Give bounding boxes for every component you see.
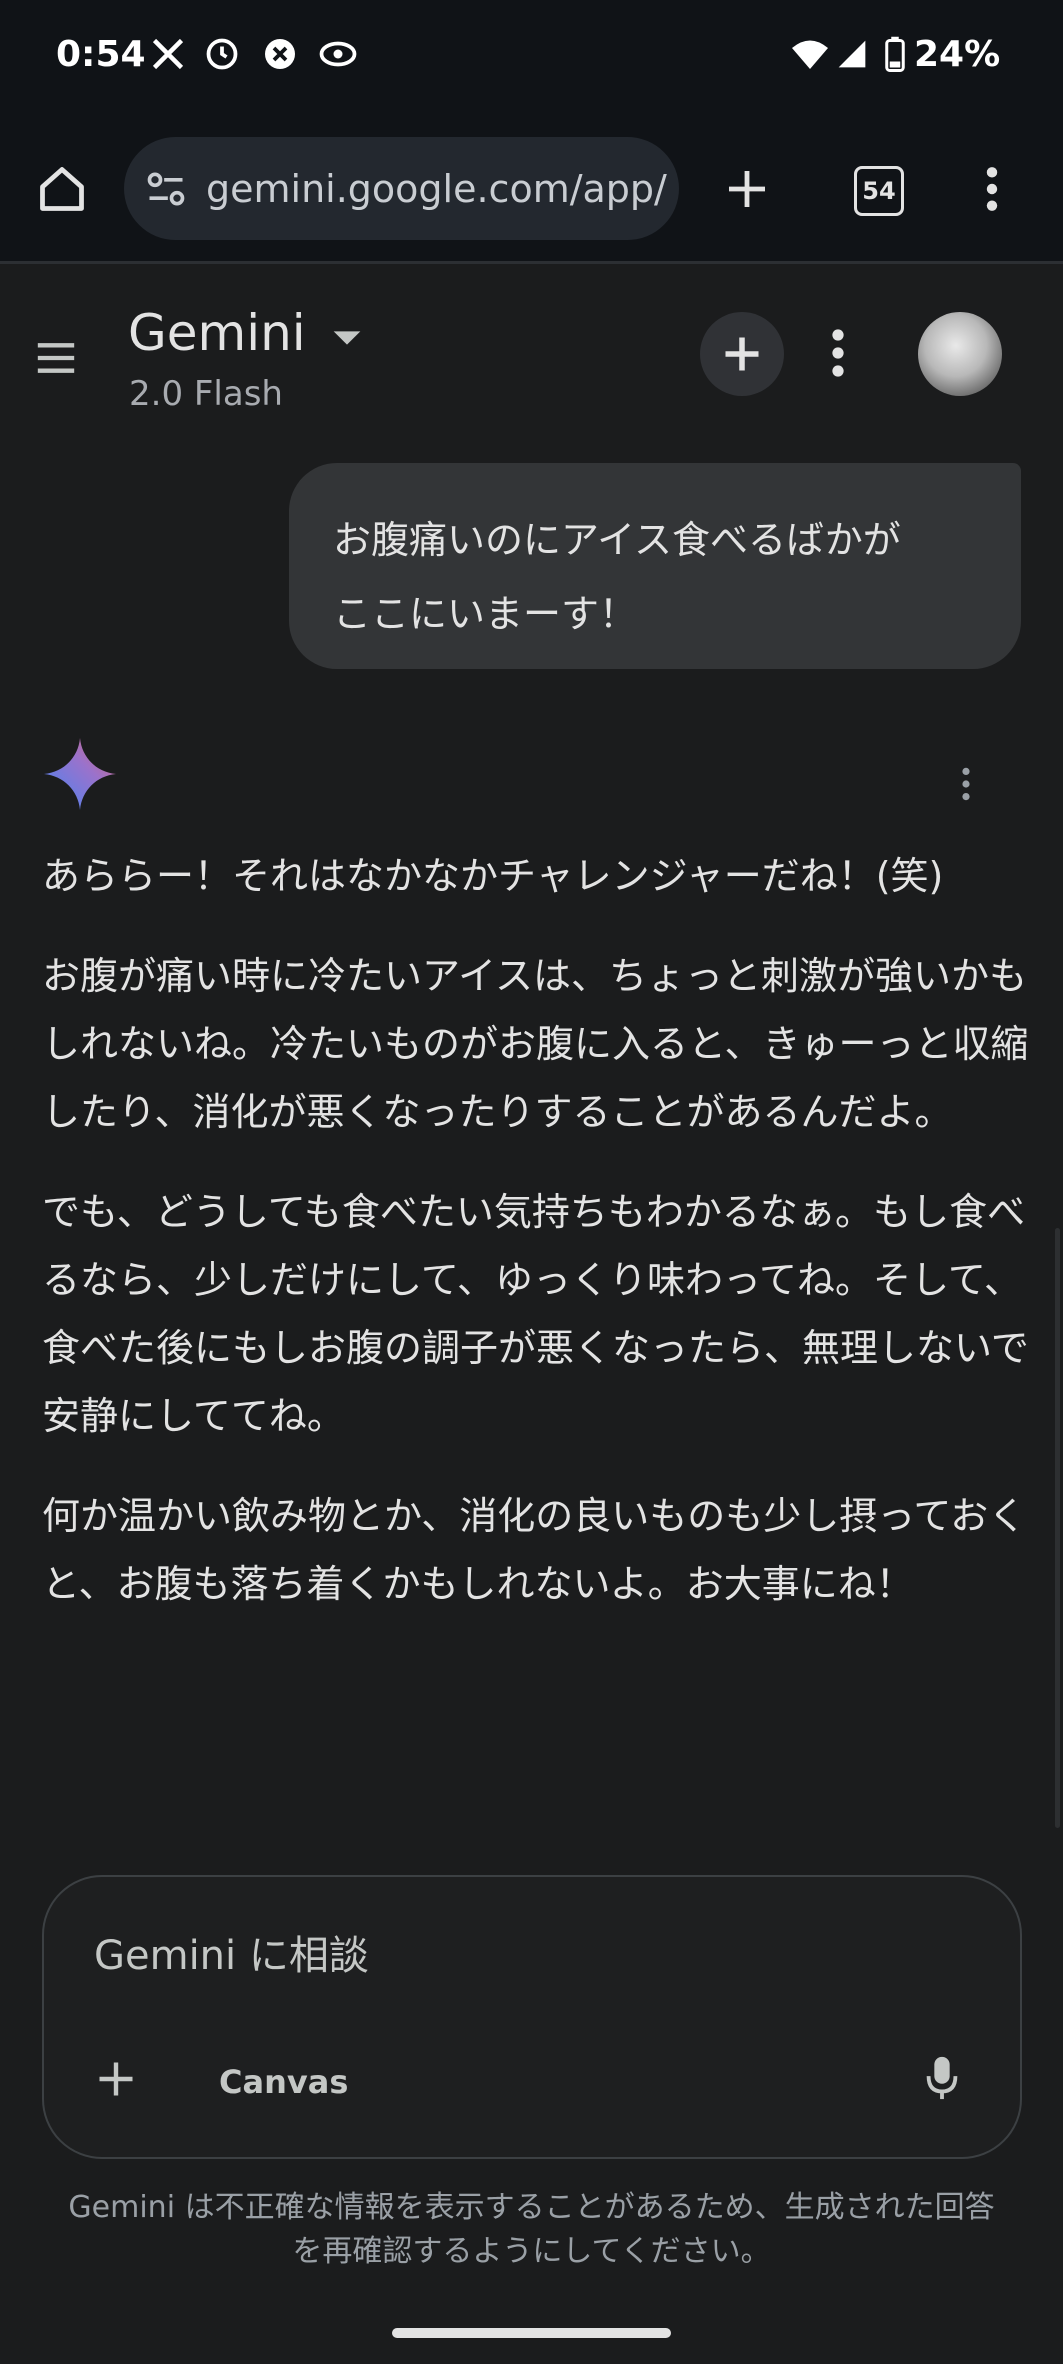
- more-options-icon[interactable]: [828, 326, 848, 380]
- address-bar[interactable]: gemini.google.com/app/: [124, 137, 679, 240]
- home-icon[interactable]: [36, 163, 88, 215]
- microphone-icon[interactable]: [924, 2055, 960, 2101]
- avatar[interactable]: [918, 312, 1002, 396]
- user-message-bubble: お腹痛いのにアイス食べるばかが ここにいまーす！: [289, 463, 1021, 669]
- hamburger-menu-icon[interactable]: [34, 338, 78, 378]
- gesture-home-bar[interactable]: [392, 2328, 671, 2338]
- gemini-spark-icon: [44, 738, 116, 810]
- response-paragraph: でも、どうしても食べたい気持ちもわかるなぁ。もし食べるなら、少しだけにして、ゆっ…: [42, 1190, 1029, 1438]
- response-more-icon[interactable]: [960, 766, 972, 802]
- model-label: 2.0 Flash: [129, 374, 283, 414]
- plus-icon: [725, 337, 759, 371]
- status-bar: 0:54 24%: [0, 0, 1063, 120]
- user-message-line: お腹痛いのにアイス食べるばかが: [333, 518, 901, 562]
- prompt-input-box[interactable]: Gemini に相談 Canvas: [42, 1875, 1022, 2159]
- chevron-down-icon[interactable]: [330, 328, 364, 348]
- prompt-input[interactable]: Gemini に相談: [94, 1923, 369, 1981]
- app-title[interactable]: Gemini: [128, 304, 306, 362]
- wifi-icon: [792, 40, 828, 69]
- scrollbar[interactable]: [1055, 1228, 1060, 1828]
- add-attachment-icon[interactable]: [94, 2057, 138, 2101]
- status-time: 0:54: [56, 34, 146, 75]
- disclaimer: Gemini は不正確な情報を表示することがあるため、生成された回答 を再確認す…: [40, 2186, 1023, 2274]
- alarm-icon: [206, 38, 238, 70]
- model-response: あららー！それはなかなかチャレンジャーだね！(笑) お腹が痛い時に冷たいアイスは…: [42, 842, 1032, 1650]
- site-settings-icon[interactable]: [144, 167, 188, 211]
- tab-switcher-button[interactable]: 54: [854, 166, 904, 216]
- browser-menu-icon[interactable]: [982, 164, 1002, 214]
- new-tab-icon[interactable]: [723, 165, 771, 213]
- disclaimer-line: Gemini は不正確な情報を表示することがあるため、生成された回答: [68, 2190, 995, 2225]
- response-paragraph: お腹が痛い時に冷たいアイスは、ちょっと刺激が強いかもしれないね。冷たいものがお腹…: [42, 954, 1029, 1134]
- battery-percent: 24%: [914, 34, 1001, 75]
- new-chat-button[interactable]: [700, 312, 784, 396]
- url-text: gemini.google.com/app/: [206, 167, 667, 211]
- signal-icon: [838, 40, 866, 68]
- response-paragraph: あららー！それはなかなかチャレンジャーだね！(笑): [42, 854, 944, 898]
- user-message-text: お腹痛いのにアイス食べるばかが ここにいまーす！: [333, 503, 993, 651]
- canvas-button[interactable]: Canvas: [219, 2063, 348, 2101]
- user-message-line: ここにいまーす！: [333, 592, 638, 636]
- x-icon: [152, 38, 184, 70]
- eye-icon: [319, 41, 357, 67]
- close-circle-icon: [265, 39, 295, 69]
- disclaimer-line: を再確認するようにしてください。: [292, 2234, 771, 2269]
- battery-icon: [885, 36, 905, 72]
- response-paragraph: 何か温かい飲み物とか、消化の良いものも少し摂っておくと、お腹も落ち着くかもしれな…: [42, 1494, 1027, 1606]
